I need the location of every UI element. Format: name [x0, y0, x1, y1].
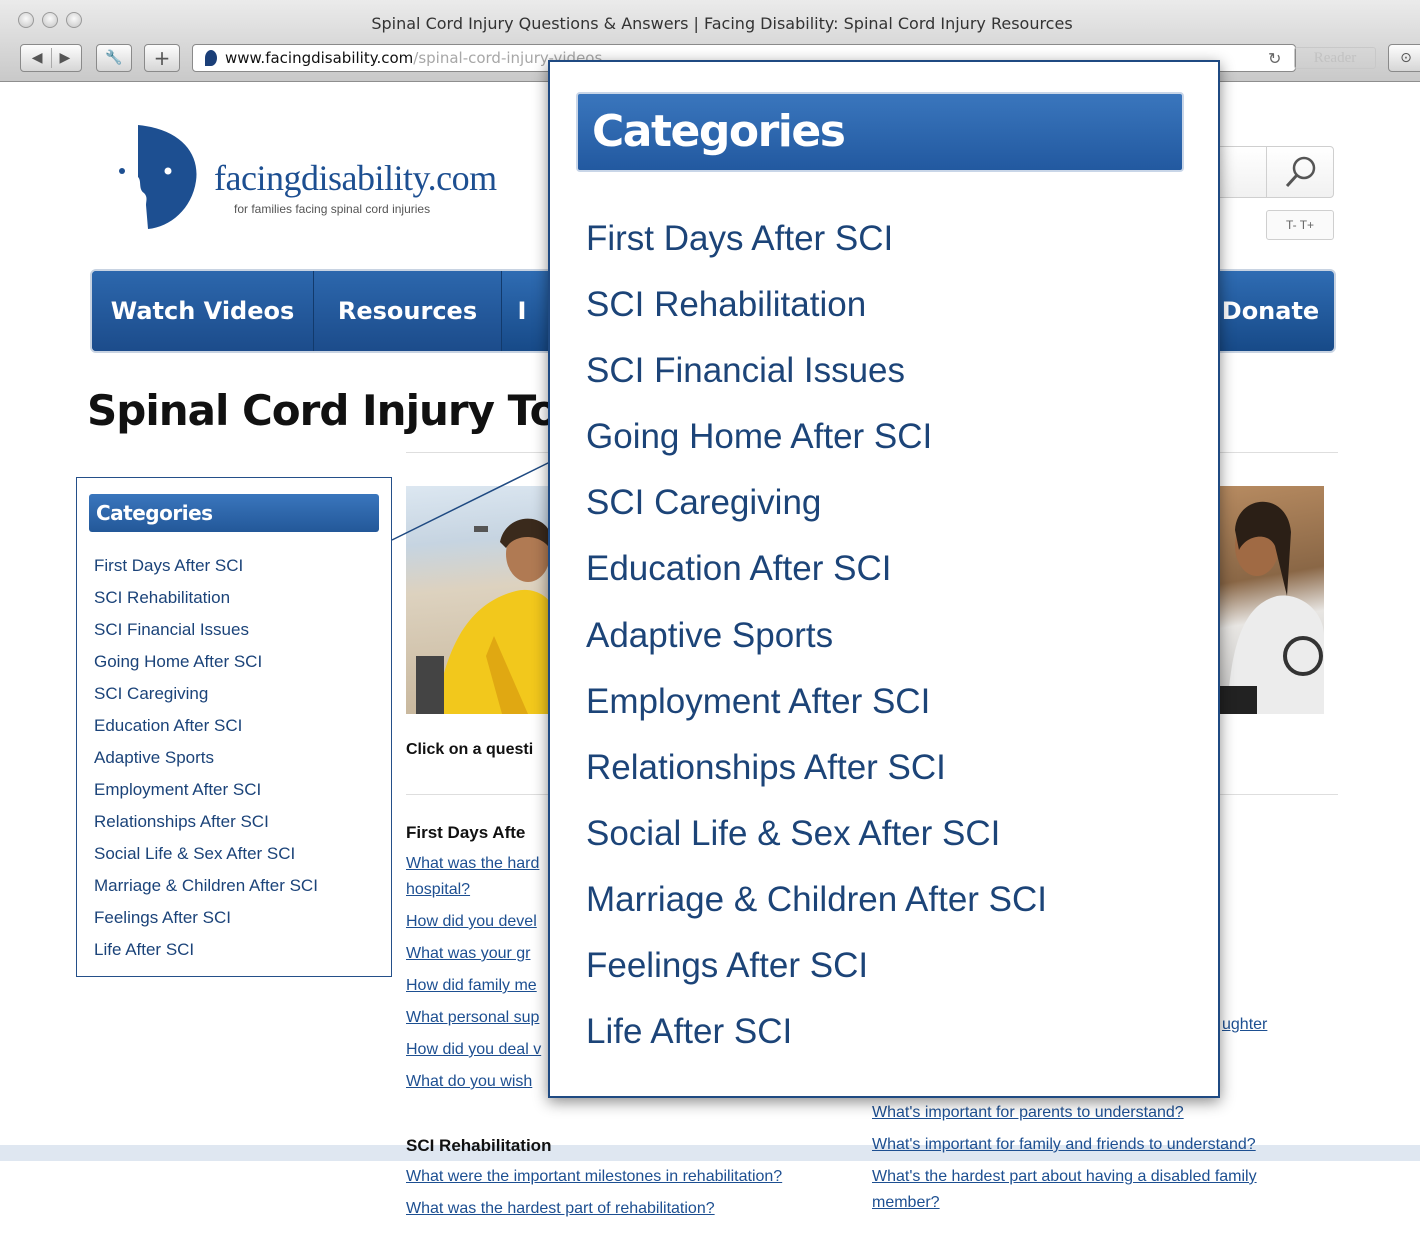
page-title: Spinal Cord Injury Topic — [87, 386, 625, 435]
question-link[interactable]: hospital? — [406, 881, 470, 899]
back-forward-buttons[interactable]: ◀ ▶ — [20, 44, 82, 72]
nav-donate[interactable]: Donate — [1202, 271, 1334, 351]
nav-watch-videos[interactable]: Watch Videos — [92, 271, 314, 351]
plus-icon: + — [153, 46, 171, 70]
question-link[interactable]: How did you deal v — [406, 1041, 541, 1059]
callout-category-link[interactable]: Relationships After SCI — [586, 735, 1047, 801]
question-link[interactable]: What were the important milestones in re… — [406, 1168, 782, 1186]
categories-sidebar: Categories First Days After SCI SCI Reha… — [76, 477, 392, 977]
question-link[interactable]: What personal sup — [406, 1009, 539, 1027]
sidebar-category-link[interactable]: Adaptive Sports — [94, 742, 318, 774]
callout-category-link[interactable]: Adaptive Sports — [586, 603, 1047, 669]
question-link[interactable]: What do you wish — [406, 1073, 532, 1091]
sidebar-category-link[interactable]: Education After SCI — [94, 710, 318, 742]
question-link[interactable]: What was your gr — [406, 945, 530, 963]
reload-icon[interactable]: ↻ — [1268, 49, 1281, 69]
sidebar-category-link[interactable]: Employment After SCI — [94, 774, 318, 806]
download-icon: ⊙ — [1400, 50, 1412, 66]
callout-category-link[interactable]: Employment After SCI — [586, 669, 1047, 735]
reader-button[interactable]: Reader — [1294, 47, 1376, 69]
site-logo-text[interactable]: facingdisability.com — [214, 157, 497, 199]
sidebar-category-link[interactable]: Life After SCI — [94, 934, 318, 966]
question-link-partial[interactable]: ughter — [1222, 1016, 1267, 1034]
woman-in-wheelchair-image — [1217, 501, 1324, 714]
section-title-rehabilitation: SCI Rehabilitation — [406, 1136, 552, 1155]
downloads-button[interactable]: ⊙ — [1388, 44, 1420, 72]
sidebar-category-link[interactable]: Going Home After SCI — [94, 646, 318, 678]
question-link[interactable]: What's important for parents to understa… — [872, 1104, 1184, 1122]
man-in-yellow-jacket-image — [416, 518, 551, 714]
question-link[interactable]: What was the hardest part of rehabilitat… — [406, 1200, 715, 1218]
callout-category-link[interactable]: Life After SCI — [586, 999, 1047, 1065]
callout-category-link[interactable]: First Days After SCI — [586, 206, 1047, 272]
sidebar-category-link[interactable]: Feelings After SCI — [94, 902, 318, 934]
site-favicon-icon — [205, 50, 217, 66]
section-title-first-days: First Days Afte — [406, 823, 526, 842]
sidebar-category-link[interactable]: First Days After SCI — [94, 550, 318, 582]
categories-sidebar-list: First Days After SCI SCI Rehabilitation … — [94, 550, 318, 966]
question-link[interactable]: member? — [872, 1194, 940, 1212]
hero-photo-right — [1217, 486, 1324, 714]
callout-category-link[interactable]: SCI Financial Issues — [586, 338, 1047, 404]
search-icon — [1285, 156, 1315, 188]
hero-photo-left — [406, 486, 551, 714]
question-link[interactable]: What's the hardest part about having a d… — [872, 1168, 1257, 1186]
question-link[interactable]: What's important for family and friends … — [872, 1136, 1256, 1154]
question-link[interactable]: What was the hard — [406, 855, 539, 873]
categories-zoom-callout: Categories First Days After SCI SCI Reha… — [548, 60, 1220, 1098]
back-icon[interactable]: ◀ — [32, 50, 43, 66]
sidebar-category-link[interactable]: Relationships After SCI — [94, 806, 318, 838]
sidebar-category-link[interactable]: SCI Financial Issues — [94, 614, 318, 646]
settings-button[interactable]: 🔧 — [96, 44, 132, 72]
callout-category-link[interactable]: Social Life & Sex After SCI — [586, 801, 1047, 867]
facingdisability-logo-icon[interactable] — [110, 123, 200, 233]
nav-resources[interactable]: Resources — [314, 271, 502, 351]
callout-category-link[interactable]: SCI Caregiving — [586, 470, 1047, 536]
callout-category-link[interactable]: Marriage & Children After SCI — [586, 867, 1047, 933]
new-tab-button[interactable]: + — [144, 44, 180, 72]
callout-category-link[interactable]: SCI Rehabilitation — [586, 272, 1047, 338]
search-button[interactable] — [1266, 146, 1334, 198]
sidebar-category-link[interactable]: Social Life & Sex After SCI — [94, 838, 318, 870]
url-host: www.facingdisability.com — [225, 49, 414, 67]
callout-category-link[interactable]: Feelings After SCI — [586, 933, 1047, 999]
categories-callout-heading: Categories — [576, 92, 1184, 172]
categories-sidebar-heading: Categories — [89, 494, 379, 532]
question-link[interactable]: How did family me — [406, 977, 537, 995]
wrench-icon: 🔧 — [105, 50, 123, 66]
instruction-text: Click on a questi — [406, 741, 534, 758]
categories-callout-list: First Days After SCI SCI Rehabilitation … — [586, 206, 1047, 1065]
site-tagline: for families facing spinal cord injuries — [234, 202, 431, 216]
nav-item-partial[interactable]: I — [502, 271, 542, 351]
question-link[interactable]: How did you devel — [406, 913, 537, 931]
callout-category-link[interactable]: Education After SCI — [586, 536, 1047, 602]
text-size-control[interactable]: T- T+ — [1266, 210, 1334, 240]
sidebar-category-link[interactable]: SCI Rehabilitation — [94, 582, 318, 614]
sidebar-category-link[interactable]: SCI Caregiving — [94, 678, 318, 710]
callout-category-link[interactable]: Going Home After SCI — [586, 404, 1047, 470]
forward-icon[interactable]: ▶ — [60, 50, 71, 66]
sidebar-category-link[interactable]: Marriage & Children After SCI — [94, 870, 318, 902]
window-title: Spinal Cord Injury Questions & Answers |… — [371, 14, 1073, 33]
